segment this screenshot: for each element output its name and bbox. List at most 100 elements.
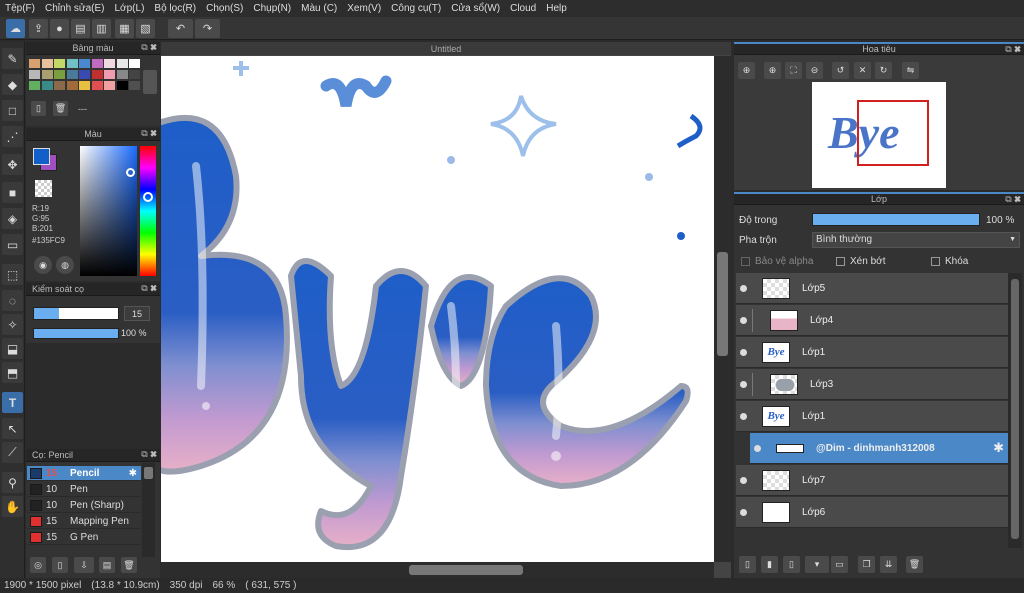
saturation-value-picker[interactable]: [80, 146, 137, 276]
delete-layer-icon[interactable]: 🗑: [906, 556, 923, 573]
redo-icon[interactable]: ↷: [195, 19, 220, 38]
visibility-eye-icon[interactable]: [740, 317, 747, 324]
palette-swatch[interactable]: [54, 70, 65, 79]
palette-swatch[interactable]: [104, 70, 115, 79]
zoom-in-icon[interactable]: ⊕: [764, 62, 781, 79]
layers-scrollbar[interactable]: [1008, 273, 1022, 548]
menu-item[interactable]: Tệp(F): [0, 3, 40, 14]
transparent-color-swatch[interactable]: [35, 180, 52, 197]
brush-item[interactable]: 15 Mapping Pen: [27, 514, 141, 529]
brush-item[interactable]: 15 G Pen: [27, 530, 141, 545]
new-layer-1bit-icon[interactable]: ▯: [783, 556, 800, 573]
color-picker-cursor[interactable]: [126, 168, 135, 177]
menu-item[interactable]: Help: [541, 3, 572, 14]
palette-swatch[interactable]: [79, 70, 90, 79]
duplicate-layer-icon[interactable]: ❐: [858, 556, 875, 573]
layer-row[interactable]: Bye Lớp1: [736, 337, 1008, 368]
visibility-eye-icon[interactable]: [740, 413, 747, 420]
visibility-eye-icon[interactable]: [740, 285, 747, 292]
palette-swatch[interactable]: [79, 59, 90, 68]
visibility-eye-icon[interactable]: [740, 381, 747, 388]
brush-delete-icon[interactable]: 🗑: [121, 557, 137, 573]
visibility-eye-icon[interactable]: [740, 349, 747, 356]
palette-swatch[interactable]: [116, 70, 128, 79]
brush-tool-icon[interactable]: ✎: [2, 48, 23, 69]
panel-close-icon[interactable]: ⧉ ✖: [1005, 44, 1021, 55]
layer-opacity-slider[interactable]: [812, 213, 980, 226]
text-tool-icon[interactable]: T: [2, 392, 23, 413]
blend-mode-select[interactable]: Bình thường ▼: [812, 232, 1020, 248]
clipping-checkbox[interactable]: Xén bớt: [836, 256, 885, 267]
menu-item[interactable]: Cửa sổ(W): [446, 3, 505, 14]
gradient-tool-icon[interactable]: ▭: [2, 234, 23, 255]
panel-close-icon[interactable]: ⧉ ✖: [141, 128, 157, 139]
magic-wand-icon[interactable]: ✧: [2, 314, 23, 335]
palette-swatch[interactable]: [91, 59, 103, 68]
new-folder-icon[interactable]: ▭: [831, 556, 848, 573]
color-wheel-icon[interactable]: ◉: [34, 256, 52, 274]
hue-cursor[interactable]: [143, 192, 153, 202]
palette-swatch[interactable]: [54, 81, 65, 90]
trash-icon[interactable]: 🗑: [53, 101, 68, 116]
bucket-tool-icon[interactable]: ◈: [2, 208, 23, 229]
palette-swatch[interactable]: [129, 81, 140, 90]
menu-item[interactable]: Chọn(S): [201, 3, 248, 14]
visibility-eye-icon[interactable]: [754, 445, 761, 452]
operation-tool-icon[interactable]: ↖: [2, 418, 23, 439]
chat-icon[interactable]: ●: [50, 19, 69, 38]
cloud-icon[interactable]: ☁: [6, 19, 25, 38]
hand-tool-icon[interactable]: ✋: [2, 496, 23, 517]
rectangle-tool-icon[interactable]: □: [2, 100, 23, 121]
comment-icon[interactable]: ▤: [71, 19, 90, 38]
brush-size-slider[interactable]: [33, 307, 119, 320]
layer-row[interactable]: Lớp3: [736, 369, 1008, 400]
new-layer-icon[interactable]: ▯: [739, 556, 756, 573]
lasso-tool-icon[interactable]: ◌: [2, 290, 23, 311]
panel-close-icon[interactable]: ⧉ ✖: [141, 42, 157, 53]
layer-row[interactable]: Lớp7: [736, 465, 1008, 496]
palette-swatch[interactable]: [29, 81, 40, 90]
visibility-eye-icon[interactable]: [740, 477, 747, 484]
rotate-right-icon[interactable]: ↻: [875, 62, 892, 79]
palette-swatch[interactable]: [41, 81, 53, 90]
navigator-viewport-frame[interactable]: [857, 100, 929, 166]
eyedropper-tool-icon[interactable]: ⚲: [2, 472, 23, 493]
palette-mode-icon[interactable]: ◍: [56, 256, 74, 274]
palette-swatch[interactable]: [29, 59, 40, 68]
palette-swatch[interactable]: [66, 59, 78, 68]
palette-swatch[interactable]: [29, 70, 40, 79]
export-icon[interactable]: ⇪: [29, 19, 48, 38]
brush-settings-icon[interactable]: ▤: [99, 557, 115, 573]
layer-row[interactable]: Lớp6: [736, 497, 1008, 528]
menu-item[interactable]: Chỉnh sửa(E): [40, 3, 110, 14]
select-pen-icon[interactable]: ⬓: [2, 338, 23, 359]
brush-item[interactable]: 10 Pen (Sharp): [27, 498, 141, 513]
new-palette-icon[interactable]: ▯: [31, 101, 46, 116]
menu-item[interactable]: Xem(V): [342, 3, 386, 14]
menu-item[interactable]: Chụp(N): [248, 3, 296, 14]
menu-item[interactable]: Cloud: [505, 3, 541, 14]
protect-alpha-checkbox[interactable]: Bảo vệ alpha: [741, 256, 813, 267]
select-rect-icon[interactable]: ⬚: [2, 264, 23, 285]
layer-row[interactable]: @Dim - dinhmanh312008 ✱: [750, 433, 1008, 464]
add-layer-menu-icon[interactable]: ▾: [805, 556, 829, 573]
brush-add-icon[interactable]: ◎: [30, 557, 46, 573]
panel-close-icon[interactable]: ⧉ ✖: [141, 449, 157, 460]
zoom-out-icon[interactable]: ⊖: [806, 62, 823, 79]
layout-icon[interactable]: ▧: [136, 19, 155, 38]
canvas-vertical-scrollbar[interactable]: [714, 56, 731, 562]
fit-screen-icon[interactable]: ⛶: [785, 62, 802, 79]
canvas-horizontal-scrollbar[interactable]: [161, 562, 714, 578]
gear-icon[interactable]: ✱: [993, 440, 1004, 456]
palette-swatch[interactable]: [91, 70, 103, 79]
gear-icon[interactable]: ✱: [129, 468, 137, 479]
flip-icon[interactable]: ⇋: [902, 62, 919, 79]
rotate-reset-icon[interactable]: ✕: [854, 62, 871, 79]
menu-item[interactable]: Bộ lọc(R): [149, 3, 201, 14]
layer-row[interactable]: Lớp4: [736, 305, 1008, 336]
hue-slider[interactable]: [140, 146, 156, 276]
lock-checkbox[interactable]: Khóa: [931, 256, 968, 267]
eraser-tool-icon[interactable]: ◆: [2, 74, 23, 95]
brush-item[interactable]: 15 Pencil ✱: [27, 466, 141, 481]
palette-swatch[interactable]: [104, 81, 115, 90]
